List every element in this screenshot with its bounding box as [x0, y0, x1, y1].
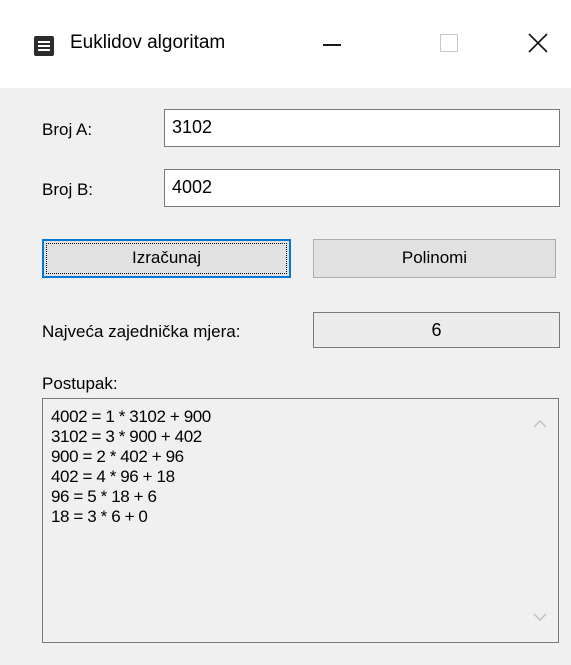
b-label: Broj B:	[42, 180, 94, 199]
polynomials-button-label: Polinomi	[401, 248, 468, 267]
gcd-label: Najveća zajednička mjera:	[42, 322, 241, 341]
step-line: 4002 = 1 * 3102 + 900	[51, 407, 211, 426]
chevron-down-icon[interactable]	[532, 611, 548, 623]
form-icon[interactable]	[34, 36, 54, 56]
step-line: 900 = 2 * 402 + 96	[51, 447, 184, 466]
close-icon	[528, 33, 548, 53]
step-line: 96 = 5 * 18 + 6	[51, 487, 157, 506]
a-input[interactable]: 3102	[164, 109, 560, 147]
window-title: Euklidov algoritam	[70, 32, 226, 53]
b-input[interactable]: 4002	[164, 169, 560, 207]
chevron-up-icon[interactable]	[532, 418, 548, 430]
a-label: Broj A:	[42, 120, 93, 139]
step-line: 18 = 3 * 6 + 0	[51, 507, 148, 526]
steps-label: Postupak:	[42, 374, 118, 393]
minimize-button[interactable]	[301, 22, 361, 66]
compute-button-label: Izračunaj	[132, 248, 201, 267]
maximize-button	[420, 22, 480, 66]
compute-button[interactable]: Izračunaj	[42, 239, 291, 278]
vertical-scrollbar[interactable]	[523, 400, 557, 641]
close-button[interactable]	[507, 22, 567, 66]
step-line: 3102 = 3 * 900 + 402	[51, 427, 202, 446]
polynomials-button[interactable]: Polinomi	[313, 239, 556, 278]
steps-textarea[interactable]: 4002 = 1 * 3102 + 900 3102 = 3 * 900 + 4…	[42, 398, 559, 643]
step-line: 402 = 4 * 96 + 18	[51, 467, 175, 486]
title-bar[interactable]: Euklidov algoritam	[0, 0, 571, 88]
gcd-result: 6	[313, 312, 560, 348]
